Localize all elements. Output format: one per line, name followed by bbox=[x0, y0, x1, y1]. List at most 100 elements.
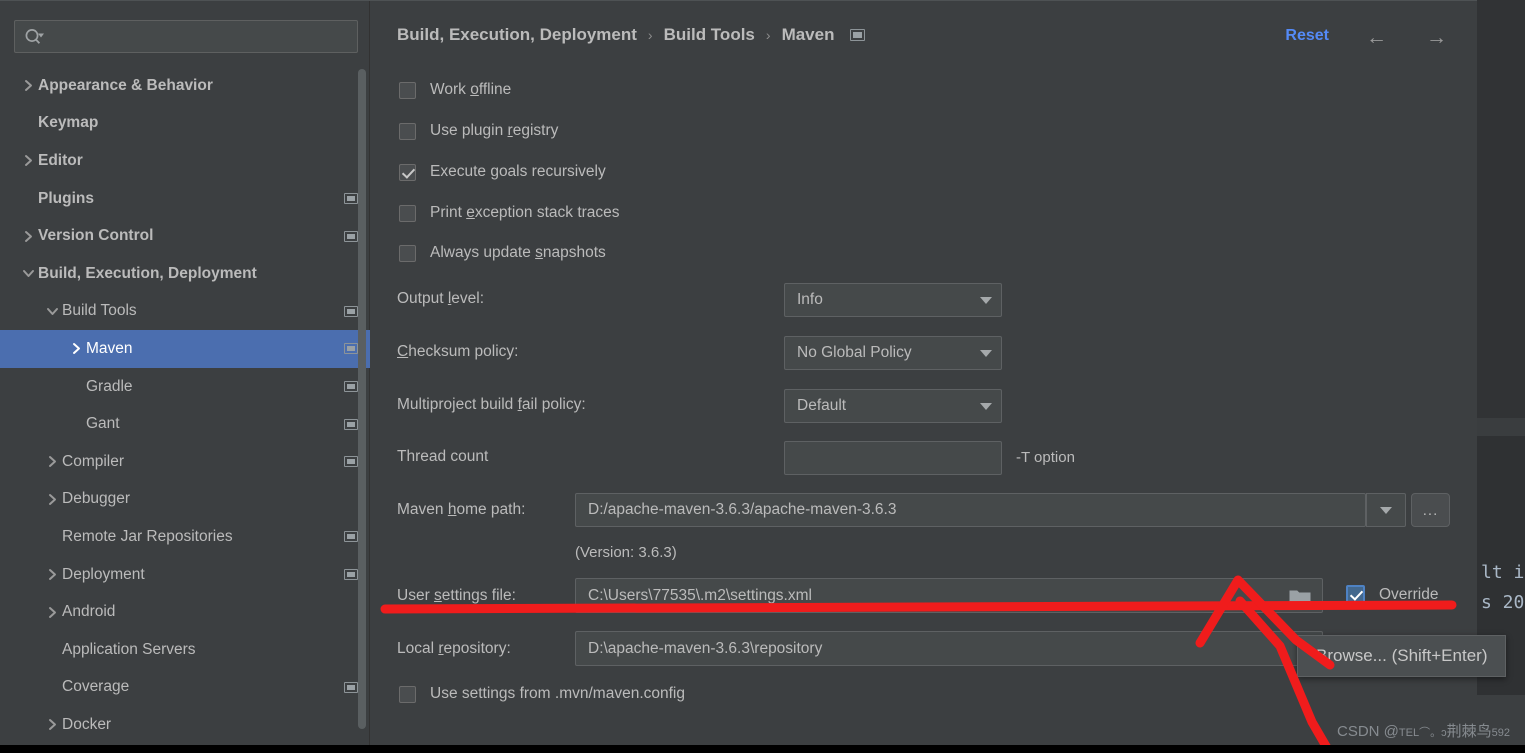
checkbox-box-icon bbox=[399, 81, 416, 99]
sidebar-item-label: Gant bbox=[86, 415, 120, 433]
output-level-value: Info bbox=[797, 291, 823, 308]
sidebar-item-android[interactable]: Android bbox=[0, 593, 370, 631]
csdn-watermark: CSDN @TEL⌒。ɔ荆棘鸟592 bbox=[1337, 722, 1510, 740]
background-code-line-2: s 20 bbox=[1481, 592, 1525, 613]
search-input[interactable] bbox=[46, 28, 357, 45]
chevron-right-icon[interactable] bbox=[18, 79, 38, 92]
sidebar-item-application-servers[interactable]: Application Servers bbox=[0, 631, 370, 669]
maven-home-browse-button[interactable]: ... bbox=[1411, 493, 1450, 527]
sidebar-item-label: Appearance & Behavior bbox=[38, 76, 213, 94]
reset-button[interactable]: Reset bbox=[1285, 27, 1329, 45]
project-level-badge-icon bbox=[344, 343, 358, 355]
sidebar-item-label: Version Control bbox=[38, 227, 154, 245]
chevron-right-icon[interactable] bbox=[18, 154, 38, 167]
chevron-right-icon[interactable] bbox=[42, 718, 62, 731]
sidebar-item-maven[interactable]: Maven bbox=[0, 330, 370, 368]
thread-count-hint: -T option bbox=[1016, 449, 1075, 466]
chevron-down-icon bbox=[1380, 506, 1392, 514]
chevron-down-icon[interactable] bbox=[18, 268, 38, 279]
user-settings-file-input[interactable]: C:\Users\77535\.m2\settings.xml bbox=[575, 578, 1323, 613]
search-box[interactable] bbox=[14, 20, 358, 53]
browse-tooltip: Browse... (Shift+Enter) bbox=[1297, 635, 1507, 677]
project-level-badge-icon bbox=[850, 29, 866, 41]
multiproject-fail-policy-combobox[interactable]: Default bbox=[784, 389, 1002, 423]
project-level-badge-icon bbox=[344, 531, 358, 543]
search-icon bbox=[24, 28, 46, 46]
user-settings-file-label: User settings file: bbox=[397, 587, 516, 604]
checkbox-work-offline[interactable]: Work offline bbox=[399, 81, 511, 99]
settings-sidebar: Appearance & Behavior Keymap Editor Plugins… bbox=[0, 1, 370, 746]
breadcrumb-item-build-execution-deployment[interactable]: Build, Execution, Deployment bbox=[397, 25, 637, 45]
sidebar-item-plugins[interactable]: Plugins bbox=[0, 180, 370, 218]
checkbox-always-update-snapshots[interactable]: Always update snapshots bbox=[399, 244, 606, 262]
sidebar-item-label: Deployment bbox=[62, 565, 145, 583]
checkbox-use-plugin-registry[interactable]: Use plugin registry bbox=[399, 122, 558, 140]
sidebar-item-label: Compiler bbox=[62, 452, 125, 470]
maven-home-path-input[interactable]: D:/apache-maven-3.6.3/apache-maven-3.6.3 bbox=[575, 493, 1366, 527]
chevron-right-icon[interactable] bbox=[42, 493, 62, 506]
project-level-badge-icon bbox=[344, 418, 358, 430]
sidebar-item-label: Editor bbox=[38, 151, 83, 169]
checksum-policy-combobox[interactable]: No Global Policy bbox=[784, 336, 1002, 370]
sidebar-scrollbar[interactable] bbox=[358, 69, 366, 729]
override-user-settings-checkbox[interactable]: Override bbox=[1346, 585, 1438, 604]
sidebar-item-appearance-behavior[interactable]: Appearance & Behavior bbox=[0, 67, 370, 105]
output-level-combobox[interactable]: Info bbox=[784, 283, 1002, 317]
local-repository-label: Local repository: bbox=[397, 640, 511, 657]
sidebar-item-gradle[interactable]: Gradle bbox=[0, 368, 370, 406]
sidebar-item-label: Remote Jar Repositories bbox=[62, 527, 233, 545]
sidebar-item-remote-jar-repositories[interactable]: Remote Jar Repositories bbox=[0, 518, 370, 556]
chevron-right-icon[interactable] bbox=[42, 606, 62, 619]
sidebar-item-docker[interactable]: Docker bbox=[0, 706, 370, 739]
use-mvn-config-label: Use settings from .mvn/maven.config bbox=[430, 685, 685, 702]
sidebar-item-label: Application Servers bbox=[62, 640, 196, 658]
breadcrumb: Build, Execution, Deployment › Build Too… bbox=[397, 25, 866, 45]
checkbox-box-icon bbox=[1346, 585, 1365, 604]
sidebar-item-coverage[interactable]: Coverage bbox=[0, 669, 370, 707]
checkbox-box-icon bbox=[399, 122, 416, 140]
checkbox-label: Execute goals recursively bbox=[430, 163, 606, 180]
chevron-right-icon[interactable] bbox=[42, 568, 62, 581]
settings-main-panel: Build, Execution, Deployment › Build Too… bbox=[371, 1, 1507, 746]
checkbox-print-exception-stack-traces[interactable]: Print exception stack traces bbox=[399, 204, 620, 222]
thread-count-label: Thread count bbox=[397, 448, 489, 465]
sidebar-item-build-tools[interactable]: Build Tools bbox=[0, 293, 370, 331]
breadcrumb-separator-icon: › bbox=[647, 27, 653, 43]
output-level-label: Output level: bbox=[397, 290, 485, 307]
sidebar-item-gant[interactable]: Gant bbox=[0, 405, 370, 443]
sidebar-item-debugger[interactable]: Debugger bbox=[0, 481, 370, 519]
sidebar-item-compiler[interactable]: Compiler bbox=[0, 443, 370, 481]
sidebar-item-deployment[interactable]: Deployment bbox=[0, 556, 370, 594]
multiproject-fail-policy-value: Default bbox=[797, 397, 847, 414]
screen-bottom-bar bbox=[0, 745, 1525, 753]
sidebar-item-keymap[interactable]: Keymap bbox=[0, 105, 370, 143]
maven-home-path-dropdown-button[interactable] bbox=[1366, 493, 1406, 527]
breadcrumb-item-build-tools[interactable]: Build Tools bbox=[664, 25, 755, 45]
chevron-right-icon[interactable] bbox=[42, 455, 62, 468]
chevron-down-icon[interactable] bbox=[42, 306, 62, 317]
back-arrow-icon[interactable]: ← bbox=[1366, 26, 1387, 50]
folder-icon[interactable] bbox=[1289, 587, 1313, 610]
project-level-badge-icon bbox=[344, 569, 358, 581]
checksum-policy-label: Checksum policy: bbox=[397, 343, 519, 360]
sidebar-item-label: Build Tools bbox=[62, 302, 137, 320]
chevron-down-icon bbox=[971, 402, 1001, 410]
sidebar-item-editor[interactable]: Editor bbox=[0, 142, 370, 180]
forward-arrow-icon[interactable]: → bbox=[1426, 26, 1447, 50]
thread-count-input[interactable] bbox=[784, 441, 1002, 475]
sidebar-item-label: Coverage bbox=[62, 678, 130, 696]
sidebar-item-version-control[interactable]: Version Control bbox=[0, 217, 370, 255]
use-mvn-config-checkbox[interactable]: Use settings from .mvn/maven.config bbox=[399, 685, 685, 703]
settings-tree[interactable]: Appearance & Behavior Keymap Editor Plugins… bbox=[0, 67, 370, 739]
chevron-right-icon[interactable] bbox=[18, 230, 38, 243]
checkbox-label: Print exception stack traces bbox=[430, 204, 620, 221]
checkbox-execute-goals-recursively[interactable]: Execute goals recursively bbox=[399, 163, 606, 181]
checkbox-label: Work offline bbox=[430, 81, 512, 98]
breadcrumb-item-maven[interactable]: Maven bbox=[782, 25, 835, 45]
local-repository-input[interactable]: D:\apache-maven-3.6.3\repository bbox=[575, 631, 1323, 666]
checkbox-label: Always update snapshots bbox=[430, 244, 606, 261]
sidebar-item-label: Keymap bbox=[38, 114, 99, 132]
sidebar-item-label: Debugger bbox=[62, 490, 131, 508]
chevron-right-icon[interactable] bbox=[66, 342, 86, 355]
sidebar-item-build-execution-deployment[interactable]: Build, Execution, Deployment bbox=[0, 255, 370, 293]
